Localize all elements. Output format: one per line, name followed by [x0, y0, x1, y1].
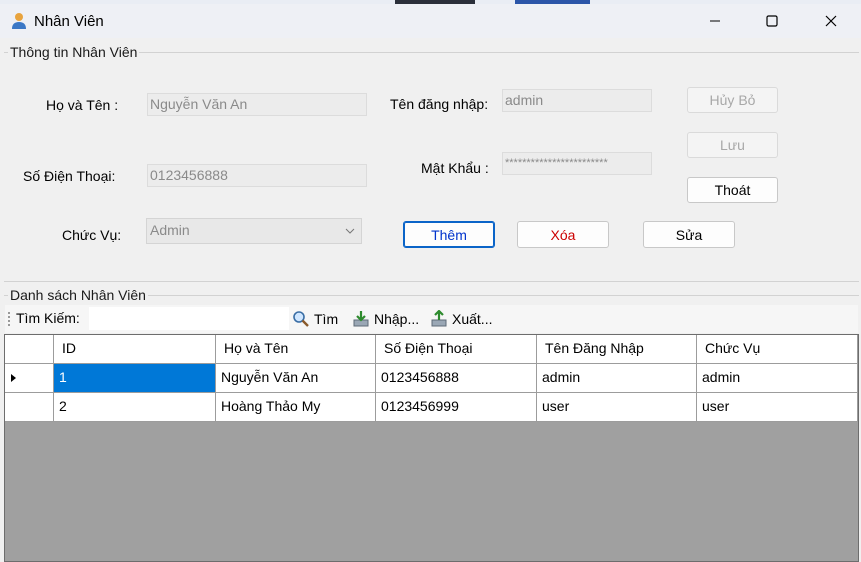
table-cell[interactable]: user	[697, 393, 858, 422]
column-header-id[interactable]: ID	[54, 335, 216, 364]
user-icon	[12, 13, 26, 29]
save-button[interactable]: Lưu	[687, 132, 778, 158]
import-icon	[353, 311, 369, 327]
toolbar-grip[interactable]	[8, 312, 10, 326]
maximize-button[interactable]	[749, 4, 795, 38]
grid-header-row: ID Họ và Tên Số Điện Thoại Tên Đăng Nhập…	[5, 335, 858, 364]
table-cell[interactable]: admin	[537, 364, 697, 393]
column-header-role[interactable]: Chức Vụ	[697, 335, 858, 364]
phone-label: Số Điện Thoại:	[23, 168, 116, 184]
table-cell[interactable]: admin	[697, 364, 858, 393]
list-groupbox: Danh sách Nhân Viên	[4, 287, 859, 305]
exit-button[interactable]: Thoát	[687, 177, 778, 203]
add-button-label: Thêm	[431, 226, 467, 243]
role-select[interactable]: Admin	[146, 218, 362, 244]
maximize-icon	[766, 15, 778, 27]
cancel-button[interactable]: Hủy Bỏ	[687, 87, 778, 113]
password-field[interactable]: ************************	[502, 152, 652, 175]
close-icon	[825, 15, 837, 27]
table-cell[interactable]: Hoàng Thảo My	[216, 393, 376, 422]
chevron-down-icon[interactable]	[340, 220, 360, 242]
list-group-title: Danh sách Nhân Viên	[8, 287, 148, 303]
minimize-button[interactable]	[692, 4, 738, 38]
delete-button[interactable]: Xóa	[517, 221, 609, 248]
find-button[interactable]: Tìm	[292, 310, 338, 328]
magnifier-icon	[293, 311, 309, 327]
table-cell[interactable]: 2	[54, 393, 216, 422]
title-bar: Nhân Viên	[0, 4, 861, 38]
window-title: Nhân Viên	[34, 13, 104, 30]
column-header-phone[interactable]: Số Điện Thoại	[376, 335, 537, 364]
table-cell[interactable]: 0123456999	[376, 393, 537, 422]
column-header-name[interactable]: Họ và Tên	[216, 335, 376, 364]
role-label: Chức Vụ:	[62, 227, 122, 243]
info-group-title: Thông tin Nhân Viên	[8, 44, 140, 60]
import-button-label: Nhập...	[374, 311, 420, 327]
find-button-label: Tìm	[314, 311, 339, 327]
employee-grid[interactable]: ID Họ và Tên Số Điện Thoại Tên Đăng Nhập…	[4, 334, 859, 562]
import-button[interactable]: Nhập...	[352, 310, 419, 328]
edit-button[interactable]: Sửa	[643, 221, 735, 248]
add-button[interactable]: Thêm	[403, 221, 495, 248]
table-row[interactable]: 1 Nguyễn Văn An 0123456888 admin admin	[5, 364, 858, 393]
close-button[interactable]	[808, 4, 854, 38]
export-icon	[431, 310, 447, 327]
password-label: Mật Khẩu :	[421, 160, 489, 176]
delete-button-label: Xóa	[550, 226, 576, 243]
grid-corner-header[interactable]	[5, 335, 54, 364]
phone-field[interactable]: 0123456888	[147, 164, 367, 187]
table-row[interactable]: 2 Hoàng Thảo My 0123456999 user user	[5, 393, 858, 422]
username-field[interactable]: admin	[502, 89, 652, 112]
export-button-label: Xuất...	[452, 311, 493, 327]
minimize-icon	[710, 20, 720, 22]
row-header[interactable]	[5, 364, 54, 393]
table-cell[interactable]: 1	[54, 364, 216, 393]
role-select-value: Admin	[150, 222, 190, 238]
row-header[interactable]	[5, 393, 54, 422]
table-cell[interactable]: 0123456888	[376, 364, 537, 393]
toolbar: Tìm Kiếm: Tìm Nhập... Xuất...	[5, 305, 858, 333]
table-cell[interactable]: Nguyễn Văn An	[216, 364, 376, 393]
current-row-arrow-icon	[11, 374, 16, 382]
username-label: Tên đăng nhập:	[390, 96, 489, 112]
table-cell[interactable]: user	[537, 393, 697, 422]
column-header-username[interactable]: Tên Đăng Nhập	[537, 335, 697, 364]
name-field[interactable]: Nguyễn Văn An	[147, 93, 367, 116]
export-button[interactable]: Xuất...	[430, 310, 492, 328]
name-label: Họ và Tên :	[46, 97, 119, 113]
search-label: Tìm Kiếm:	[16, 310, 80, 326]
form-client-area: Thông tin Nhân Viên Họ và Tên : Nguyễn V…	[0, 38, 861, 562]
search-input[interactable]	[89, 307, 289, 330]
